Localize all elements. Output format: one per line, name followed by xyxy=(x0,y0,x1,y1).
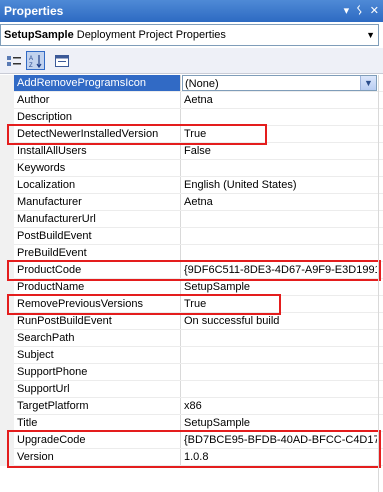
property-row[interactable]: RunPostBuildEvent On successful build xyxy=(0,313,383,330)
property-name[interactable]: Author xyxy=(14,92,181,108)
window-title: Properties xyxy=(4,4,64,18)
property-value[interactable] xyxy=(182,160,377,176)
property-value-text: English (United States) xyxy=(184,179,297,191)
property-name[interactable]: Subject xyxy=(14,347,181,363)
property-row[interactable]: TargetPlatform x86 xyxy=(0,398,383,415)
properties-toolbar: A Z xyxy=(0,48,383,74)
property-value[interactable] xyxy=(182,381,377,397)
pin-icon[interactable]: ᛊ xyxy=(356,0,363,22)
property-value[interactable] xyxy=(182,228,377,244)
property-name[interactable]: ProductName xyxy=(14,279,181,295)
property-value-text: x86 xyxy=(184,400,202,412)
object-type: Deployment Project Properties xyxy=(76,29,226,41)
highlight-box xyxy=(7,294,281,315)
dropdown-arrow-icon[interactable]: ▾ xyxy=(344,0,350,22)
property-row[interactable]: InstallAllUsers False xyxy=(0,143,383,160)
property-name[interactable]: SupportUrl xyxy=(14,381,181,397)
property-value[interactable] xyxy=(182,245,377,261)
row-gutter xyxy=(0,211,14,228)
property-value[interactable]: (None) ▼ xyxy=(182,75,377,91)
property-row[interactable]: AddRemoveProgramsIcon (None) ▼ xyxy=(0,75,383,92)
row-gutter xyxy=(0,364,14,381)
property-row[interactable]: PostBuildEvent xyxy=(0,228,383,245)
row-gutter xyxy=(0,330,14,347)
property-name[interactable]: Title xyxy=(14,415,181,431)
property-value[interactable] xyxy=(182,109,377,125)
property-name[interactable]: InstallAllUsers xyxy=(14,143,181,159)
chevron-down-icon[interactable]: ▼ xyxy=(366,25,375,45)
property-row[interactable]: Manufacturer Aetna xyxy=(0,194,383,211)
value-dropdown-icon[interactable]: ▼ xyxy=(360,76,376,90)
property-value[interactable] xyxy=(182,211,377,227)
property-name[interactable]: PostBuildEvent xyxy=(14,228,181,244)
property-row[interactable]: Author Aetna xyxy=(0,92,383,109)
property-name[interactable]: ManufacturerUrl xyxy=(14,211,181,227)
property-value[interactable] xyxy=(182,347,377,363)
property-name[interactable]: Keywords xyxy=(14,160,181,176)
property-value[interactable]: English (United States) xyxy=(182,177,377,193)
property-name[interactable]: Description xyxy=(14,109,181,125)
property-pages-icon[interactable] xyxy=(52,51,71,70)
property-row[interactable]: SupportPhone xyxy=(0,364,383,381)
highlight-box xyxy=(7,430,381,468)
property-value[interactable]: Aetna xyxy=(182,92,377,108)
property-value-text: (None) xyxy=(185,78,219,90)
property-name[interactable]: Localization xyxy=(14,177,181,193)
property-name[interactable]: SearchPath xyxy=(14,330,181,346)
property-value[interactable]: On successful build xyxy=(182,313,377,329)
row-gutter xyxy=(0,313,14,330)
property-value[interactable] xyxy=(182,330,377,346)
property-value[interactable]: SetupSample xyxy=(182,279,377,295)
property-row[interactable]: Keywords xyxy=(0,160,383,177)
property-name[interactable]: TargetPlatform xyxy=(14,398,181,414)
property-row[interactable]: SupportUrl xyxy=(0,381,383,398)
property-name[interactable]: AddRemoveProgramsIcon xyxy=(14,75,181,91)
property-row[interactable]: ManufacturerUrl xyxy=(0,211,383,228)
property-row[interactable]: Subject xyxy=(0,347,383,364)
property-value[interactable] xyxy=(182,364,377,380)
property-name[interactable]: RunPostBuildEvent xyxy=(14,313,181,329)
row-gutter xyxy=(0,381,14,398)
highlight-box xyxy=(7,260,381,281)
property-row[interactable]: Localization English (United States) xyxy=(0,177,383,194)
property-value-text: On successful build xyxy=(184,315,280,327)
row-gutter xyxy=(0,75,14,92)
row-gutter xyxy=(0,92,14,109)
property-grid: AddRemoveProgramsIcon (None) ▼ Author Aetna D… xyxy=(0,75,383,492)
grid-edge xyxy=(378,75,379,492)
categorized-view-icon[interactable] xyxy=(4,51,23,70)
alphabetical-view-icon[interactable]: A Z xyxy=(26,51,45,70)
property-value-text: Aetna xyxy=(184,196,213,208)
property-name[interactable]: SupportPhone xyxy=(14,364,181,380)
property-name[interactable]: Manufacturer xyxy=(14,194,181,210)
close-icon[interactable]: ✕ xyxy=(370,0,379,22)
property-value[interactable]: False xyxy=(182,143,377,159)
property-value-text: Aetna xyxy=(184,94,213,106)
svg-text:Z: Z xyxy=(29,63,33,68)
object-name: SetupSample xyxy=(4,29,74,41)
property-name[interactable]: PreBuildEvent xyxy=(14,245,181,261)
row-gutter xyxy=(0,160,14,177)
property-value-text: False xyxy=(184,145,211,157)
property-value-text: SetupSample xyxy=(184,281,251,293)
object-selector[interactable]: SetupSample Deployment Project Propertie… xyxy=(0,24,379,46)
row-gutter xyxy=(0,194,14,211)
row-gutter xyxy=(0,177,14,194)
property-value[interactable]: x86 xyxy=(182,398,377,414)
property-value[interactable]: Aetna xyxy=(182,194,377,210)
svg-text:A: A xyxy=(29,56,33,62)
property-value[interactable]: SetupSample xyxy=(182,415,377,431)
row-gutter xyxy=(0,143,14,160)
highlight-box xyxy=(7,124,267,145)
row-gutter xyxy=(0,398,14,415)
properties-title-bar: Properties ▾ ᛊ ✕ xyxy=(0,0,383,22)
property-value-text: SetupSample xyxy=(184,417,251,429)
row-gutter xyxy=(0,347,14,364)
row-gutter xyxy=(0,228,14,245)
property-row[interactable]: SearchPath xyxy=(0,330,383,347)
